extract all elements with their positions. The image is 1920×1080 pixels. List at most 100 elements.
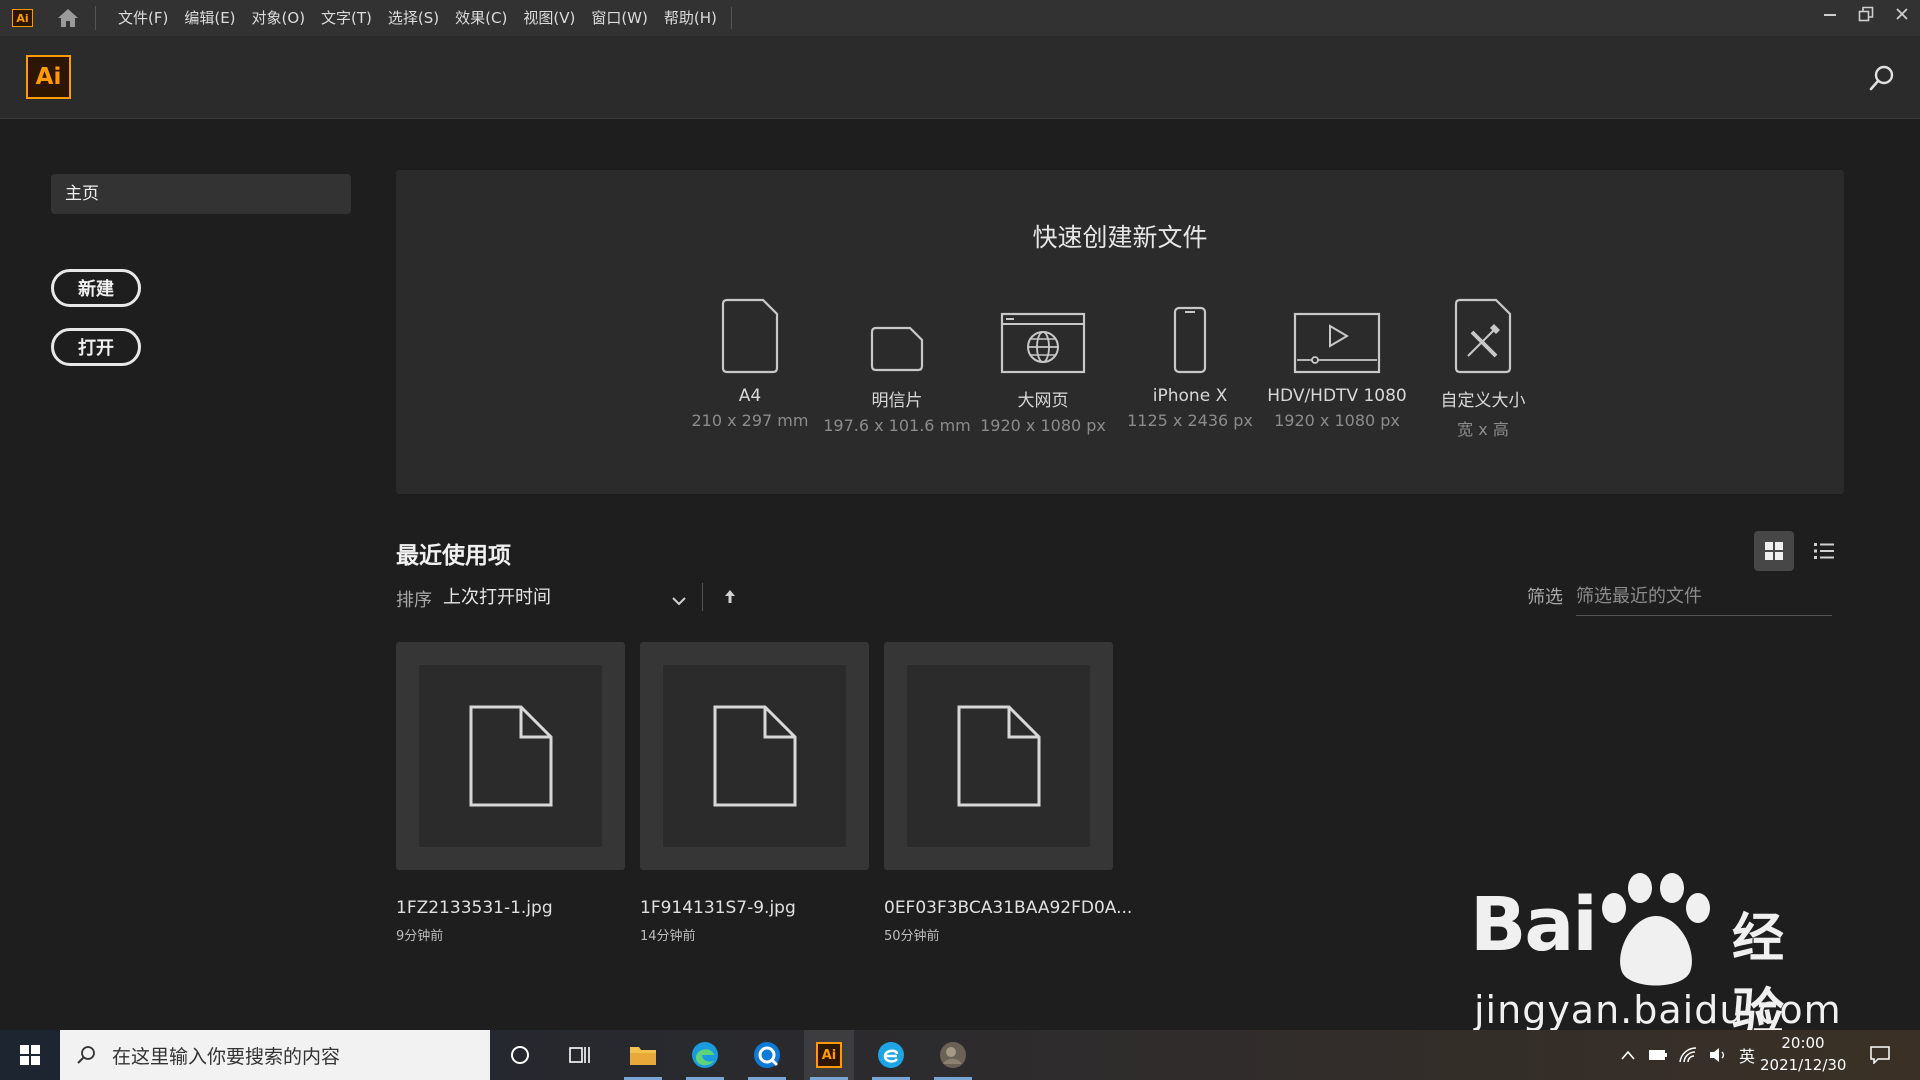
app-logo: Ai	[26, 55, 71, 99]
quick-create-title: 快速创建新文件	[1032, 223, 1208, 252]
menu-window[interactable]: 窗口(W)	[583, 0, 656, 36]
grid-view-icon[interactable]	[1754, 531, 1794, 571]
page-icon	[670, 294, 830, 374]
file-explorer-icon[interactable]	[618, 1030, 668, 1080]
file-icon	[469, 705, 552, 807]
recent-file-card[interactable]	[884, 642, 1113, 870]
notification-icon[interactable]	[1862, 1030, 1898, 1080]
edge-browser-icon[interactable]	[680, 1030, 730, 1080]
video-icon	[1257, 294, 1417, 374]
user-app-icon[interactable]	[928, 1030, 978, 1080]
baidu-paw-logo	[1602, 873, 1710, 986]
filter-label: 筛选	[1527, 587, 1563, 608]
preset-web[interactable]: 大网页 1920 x 1080 px	[963, 294, 1123, 435]
preset-postcard[interactable]: 明信片 197.6 x 101.6 mm	[817, 294, 977, 435]
ie-browser-icon[interactable]	[866, 1030, 916, 1080]
window-controls	[1812, 0, 1920, 28]
custom-size-icon	[1403, 294, 1563, 374]
recent-file-card[interactable]	[640, 642, 869, 870]
task-view-icon[interactable]	[555, 1030, 605, 1080]
illustrator-app-icon: Ai	[816, 1042, 842, 1068]
ime-indicator[interactable]: 英	[1734, 1030, 1760, 1080]
preset-dims: 1920 x 1080 px	[1274, 411, 1400, 430]
preset-hdtv[interactable]: HDV/HDTV 1080 1920 x 1080 px	[1257, 294, 1417, 430]
menu-file[interactable]: 文件(F)	[110, 0, 176, 36]
restore-icon[interactable]	[1848, 0, 1884, 28]
watermark-brand: Bai	[1470, 882, 1598, 968]
minimize-icon[interactable]	[1812, 0, 1848, 28]
recent-file-card[interactable]	[396, 642, 625, 870]
app-header: Ai	[0, 36, 1920, 119]
watermark-url: jingyan.baidu.com	[1474, 988, 1842, 1032]
filter-input[interactable]	[1576, 577, 1832, 616]
app-icon: Ai	[12, 9, 33, 27]
file-name[interactable]: 0EF03F3BCA31BAA92FD0A...	[884, 898, 1132, 918]
file-thumbnail	[419, 665, 602, 847]
preset-dims: 1125 x 2436 px	[1127, 411, 1253, 430]
preset-custom[interactable]: 自定义大小 宽 x 高	[1403, 294, 1563, 440]
home-icon[interactable]	[53, 3, 83, 33]
file-thumbnail	[663, 665, 846, 847]
taskbar-search-box[interactable]: 在这里输入你要搜索的内容	[60, 1030, 490, 1080]
recent-title: 最近使用项	[396, 543, 511, 569]
preset-iphone[interactable]: iPhone X 1125 x 2436 px	[1110, 294, 1270, 430]
windows-start-icon[interactable]	[0, 1030, 60, 1080]
menu-object[interactable]: 对象(O)	[244, 0, 314, 36]
baidu-watermark: Bai 经验 jingyan.baidu.com	[1470, 870, 1841, 1044]
volume-icon[interactable]	[1705, 1030, 1731, 1080]
file-time: 9分钟前	[396, 929, 444, 944]
preset-dims: 宽 x 高	[1457, 420, 1509, 439]
sort-dropdown[interactable]: 上次打开时间	[443, 582, 687, 614]
preset-a4[interactable]: A4 210 x 297 mm	[670, 294, 830, 430]
menu-edit[interactable]: 编辑(E)	[176, 0, 243, 36]
menu-help[interactable]: 帮助(H)	[656, 0, 725, 36]
clock-date: 2021/12/30	[1760, 1056, 1847, 1074]
preset-name: iPhone X	[1152, 386, 1228, 406]
sidebar-item-home[interactable]: 主页	[51, 174, 351, 214]
clock-time: 20:00	[1781, 1034, 1825, 1052]
menu-select[interactable]: 选择(S)	[380, 0, 447, 36]
preset-dims: 197.6 x 101.6 mm	[823, 416, 971, 435]
menu-type[interactable]: 文字(T)	[313, 0, 380, 36]
preset-name: 明信片	[871, 391, 923, 411]
search-icon	[77, 1046, 95, 1064]
preset-name: A4	[738, 386, 762, 406]
file-time: 50分钟前	[884, 929, 940, 944]
preset-dims: 1920 x 1080 px	[980, 416, 1106, 435]
sort-value: 上次打开时间	[443, 587, 551, 608]
preset-name: HDV/HDTV 1080	[1267, 386, 1407, 406]
preset-dims: 210 x 297 mm	[691, 411, 809, 430]
preset-name: 大网页	[1017, 391, 1069, 411]
divider	[730, 7, 732, 29]
taskbar: 在这里输入你要搜索的内容 Ai 英 20:00 2021/12/30	[0, 1030, 1920, 1080]
new-button[interactable]: 新建	[51, 269, 141, 307]
battery-icon[interactable]	[1645, 1030, 1671, 1080]
file-name[interactable]: 1FZ2133531-1.jpg	[396, 898, 553, 918]
sort-label: 排序	[396, 590, 432, 611]
open-button[interactable]: 打开	[51, 328, 141, 366]
wifi-icon[interactable]	[1675, 1030, 1701, 1080]
file-thumbnail	[907, 665, 1090, 847]
quick-create-panel: 快速创建新文件 A4 210 x 297 mm 明信片 197.6 x 101.…	[396, 170, 1844, 494]
file-icon	[957, 705, 1040, 807]
preset-name: 自定义大小	[1440, 391, 1526, 411]
close-icon[interactable]	[1884, 0, 1920, 28]
file-icon	[713, 705, 796, 807]
menu-effect[interactable]: 效果(C)	[447, 0, 515, 36]
menu-view[interactable]: 视图(V)	[515, 0, 583, 36]
file-name[interactable]: 1F914131S7-9.jpg	[640, 898, 796, 918]
menu-bar: Ai 文件(F) 编辑(E) 对象(O) 文字(T) 选择(S) 效果(C) 视…	[0, 0, 1920, 36]
file-time: 14分钟前	[640, 929, 696, 944]
chevron-up-icon[interactable]	[1616, 1030, 1640, 1080]
chevron-down-icon	[671, 588, 687, 620]
postcard-icon	[817, 294, 977, 374]
search-icon[interactable]	[1866, 62, 1898, 94]
cortana-icon[interactable]	[495, 1030, 545, 1080]
list-view-icon[interactable]	[1804, 531, 1844, 571]
divider	[702, 583, 703, 611]
phone-icon	[1110, 294, 1270, 374]
app-browser-icon[interactable]	[742, 1030, 792, 1080]
illustrator-taskbar-icon[interactable]: Ai	[804, 1030, 854, 1080]
sort-direction-icon[interactable]	[722, 586, 738, 608]
taskbar-clock[interactable]: 20:00 2021/12/30	[1760, 1034, 1846, 1074]
